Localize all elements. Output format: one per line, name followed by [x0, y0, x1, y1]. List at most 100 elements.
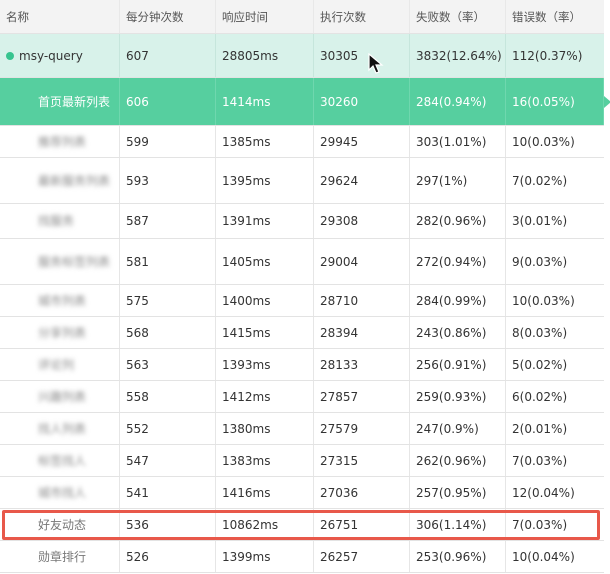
row-executions: 26751 — [314, 509, 410, 540]
row-errors: 6(0.02%) — [512, 389, 568, 404]
row-name-text: 找人列表 — [38, 421, 87, 436]
row-name: 服务标签列表 — [0, 239, 120, 284]
row-response-time: 1405ms — [216, 239, 314, 284]
row-executions: 28133 — [314, 349, 410, 380]
table-row[interactable]: 勋章排行 526 1399ms 26257 253(0.96%) 10(0.04… — [0, 541, 604, 573]
row-errors: 3(0.01%) — [512, 214, 568, 228]
row-errors: 10(0.04%) — [512, 549, 575, 564]
group-executions: 30305 — [314, 34, 410, 77]
row-per-minute: 599 — [120, 126, 216, 157]
row-name-text: 城市找人 — [38, 485, 87, 500]
mouse-pointer-icon — [368, 53, 384, 74]
table-row[interactable]: 好友动态 536 10862ms 26751 306(1.14%) 7(0.03… — [0, 509, 604, 541]
row-errors: 16(0.05%) — [506, 78, 604, 125]
table-row[interactable]: 找人列表 552 1380ms 27579 247(0.9%) 2(0.01%) — [0, 413, 604, 445]
column-header-failures[interactable]: 失败数（率） — [410, 0, 506, 33]
row-failures: 243(0.86%) — [410, 317, 506, 348]
row-executions: 29624 — [314, 158, 410, 203]
service-group-row[interactable]: msy-query 607 28805ms 30305 3832(12.64%)… — [0, 34, 604, 78]
row-response-time: 1383ms — [216, 445, 314, 476]
table-row[interactable]: 兴趣列表 558 1412ms 27857 259(0.93%) 6(0.02%… — [0, 381, 604, 413]
row-failures: 306(1.14%) — [410, 509, 506, 540]
column-header-errors[interactable]: 错误数（率） — [506, 0, 604, 33]
row-response-time: 1415ms — [216, 317, 314, 348]
row-name-text: 评论列 — [38, 357, 75, 372]
row-name: 分享列表 — [0, 317, 120, 348]
row-executions: 27315 — [314, 445, 410, 476]
column-header-name[interactable]: 名称 — [0, 0, 120, 33]
row-errors: 8(0.03%) — [512, 325, 568, 340]
row-failures: 303(1.01%) — [410, 126, 506, 157]
row-errors: 10(0.03%) — [512, 293, 575, 308]
table-row[interactable]: 标签找人 547 1383ms 27315 262(0.96%) 7(0.03%… — [0, 445, 604, 477]
row-per-minute: 558 — [120, 381, 216, 412]
column-header-per-minute[interactable]: 每分钟次数 — [120, 0, 216, 33]
group-failures: 3832(12.64%) — [410, 34, 506, 77]
table-row-selected[interactable]: 首页最新列表 606 1414ms 30260 284(0.94%) 16(0.… — [0, 78, 610, 126]
row-failures: 257(0.95%) — [410, 477, 506, 508]
table-row[interactable]: 评论列 563 1393ms 28133 256(0.91%) 5(0.02%) — [0, 349, 604, 381]
row-executions: 27579 — [314, 413, 410, 444]
row-name-text: 城市列表 — [38, 293, 87, 308]
row-name: 评论列 — [0, 349, 120, 380]
row-response-time: 1399ms — [216, 541, 314, 572]
table-header: 名称 每分钟次数 响应时间 执行次数 失败数（率） 错误数（率） — [0, 0, 604, 34]
group-per-minute: 607 — [120, 34, 216, 77]
table-row[interactable]: 最新服务列表 593 1395ms 29624 297(1%) 7(0.02%) — [0, 158, 604, 204]
row-executions: 27036 — [314, 477, 410, 508]
table-row[interactable]: 城市列表 575 1400ms 28710 284(0.99%) 10(0.03… — [0, 285, 604, 317]
row-name: 找服务 — [0, 204, 120, 238]
row-failures: 284(0.99%) — [410, 285, 506, 316]
row-per-minute: 581 — [120, 239, 216, 284]
row-failures: 253(0.96%) — [410, 541, 506, 572]
row-executions: 26257 — [314, 541, 410, 572]
row-per-minute: 552 — [120, 413, 216, 444]
row-failures: 297(1%) — [410, 158, 506, 203]
selected-row-arrow-icon — [604, 96, 610, 108]
row-per-minute: 541 — [120, 477, 216, 508]
row-name-text: 最新服务列表 — [38, 173, 111, 188]
row-per-minute: 587 — [120, 204, 216, 238]
table-row[interactable]: 分享列表 568 1415ms 28394 243(0.86%) 8(0.03%… — [0, 317, 604, 349]
row-failures: 272(0.94%) — [410, 239, 506, 284]
row-name: 兴趣列表 — [0, 381, 120, 412]
row-per-minute: 547 — [120, 445, 216, 476]
row-errors: 7(0.02%) — [512, 173, 568, 188]
group-errors: 112(0.37%) — [512, 48, 583, 63]
row-response-time: 10862ms — [216, 509, 314, 540]
row-failures: 262(0.96%) — [410, 445, 506, 476]
row-errors: 9(0.03%) — [512, 254, 568, 269]
row-name-text: 推荐列表 — [38, 134, 87, 149]
row-executions: 30260 — [314, 78, 410, 125]
row-executions: 28394 — [314, 317, 410, 348]
row-response-time: 1393ms — [216, 349, 314, 380]
row-executions: 27857 — [314, 381, 410, 412]
row-errors: 7(0.03%) — [512, 453, 568, 468]
row-name: 最新服务列表 — [0, 158, 120, 203]
row-response-time: 1412ms — [216, 381, 314, 412]
row-executions: 28710 — [314, 285, 410, 316]
metrics-table: 名称 每分钟次数 响应时间 执行次数 失败数（率） 错误数（率） msy-que… — [0, 0, 610, 573]
row-failures: 256(0.91%) — [410, 349, 506, 380]
column-header-response-time[interactable]: 响应时间 — [216, 0, 314, 33]
row-response-time: 1414ms — [216, 78, 314, 125]
table-row[interactable]: 城市找人 541 1416ms 27036 257(0.95%) 12(0.04… — [0, 477, 604, 509]
row-errors: 12(0.04%) — [512, 485, 575, 500]
row-response-time: 1380ms — [216, 413, 314, 444]
table-row[interactable]: 服务标签列表 581 1405ms 29004 272(0.94%) 9(0.0… — [0, 239, 604, 285]
row-name: 勋章排行 — [0, 541, 120, 572]
row-name: 标签找人 — [0, 445, 120, 476]
row-response-time: 1385ms — [216, 126, 314, 157]
table-row[interactable]: 找服务 587 1391ms 29308 282(0.96%) 3(0.01%) — [0, 204, 604, 239]
row-response-time: 1400ms — [216, 285, 314, 316]
column-header-executions[interactable]: 执行次数 — [314, 0, 410, 33]
table-row[interactable]: 推荐列表 599 1385ms 29945 303(1.01%) 10(0.03… — [0, 126, 604, 158]
row-executions: 29945 — [314, 126, 410, 157]
row-name-text: 分享列表 — [38, 325, 87, 340]
row-executions: 29308 — [314, 204, 410, 238]
row-errors: 10(0.03%) — [512, 134, 575, 149]
row-name-text: 服务标签列表 — [38, 254, 111, 269]
group-response-time: 28805ms — [216, 34, 314, 77]
row-name: 城市列表 — [0, 285, 120, 316]
row-name: 找人列表 — [0, 413, 120, 444]
